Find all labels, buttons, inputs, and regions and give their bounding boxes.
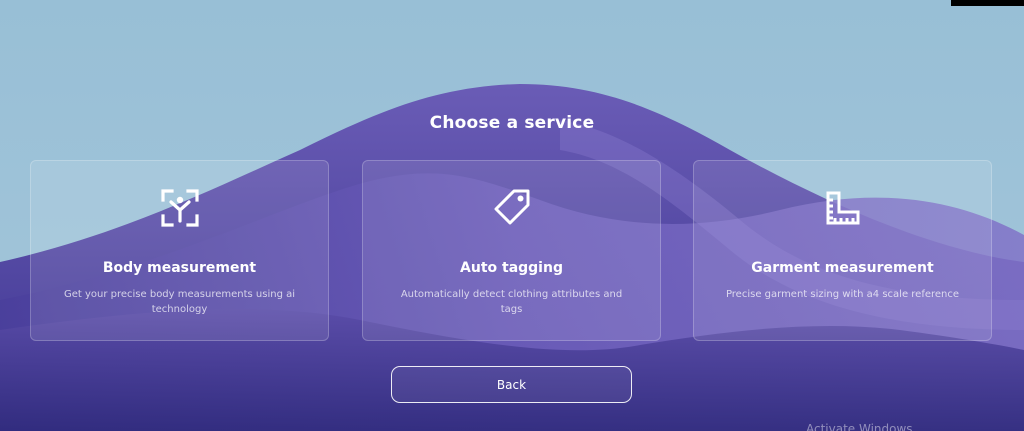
auto-tagging-card[interactable]: Auto tagging Automatically detect clothi… bbox=[362, 160, 661, 341]
garment-measurement-card[interactable]: Garment measurement Precise garment sizi… bbox=[693, 160, 992, 341]
service-selection-screen: Choose a service Body measurement Get yo… bbox=[0, 0, 1024, 431]
card-description: Precise garment sizing with a4 scale ref… bbox=[725, 289, 960, 300]
card-title: Garment measurement bbox=[751, 260, 934, 276]
card-title: Body measurement bbox=[102, 260, 257, 276]
card-description: Get your precise body measurements using… bbox=[63, 289, 296, 315]
activate-windows-watermark: Activate Windows bbox=[806, 422, 913, 431]
page-title: Choose a service bbox=[429, 113, 595, 133]
ruler-square-icon bbox=[694, 186, 991, 230]
card-title: Auto tagging bbox=[460, 260, 563, 276]
back-button[interactable]: Back bbox=[391, 366, 632, 403]
card-description: Automatically detect clothing attributes… bbox=[400, 289, 623, 315]
tag-icon bbox=[363, 186, 660, 230]
body-measurement-card[interactable]: Body measurement Get your precise body m… bbox=[30, 160, 329, 341]
corner-overlay bbox=[951, 0, 1024, 6]
body-scan-icon bbox=[31, 186, 328, 230]
